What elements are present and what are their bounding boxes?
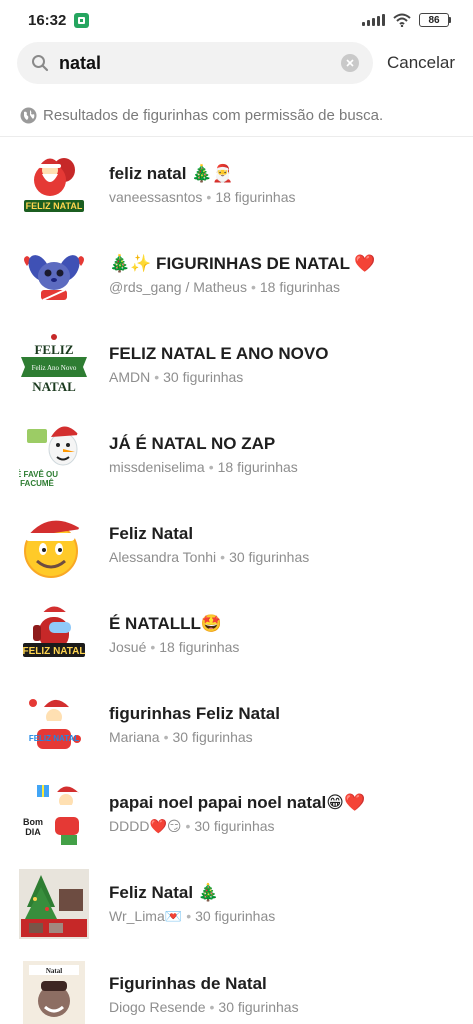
pack-title: 🎄✨ FIGURINHAS DE NATAL ❤️ bbox=[109, 253, 376, 273]
pack-meta: Diogo Resende • 30 figurinhas bbox=[109, 998, 299, 1015]
svg-text:FELIZ NATAL: FELIZ NATAL bbox=[26, 201, 83, 211]
status-bar: 16:32 86 bbox=[0, 0, 473, 40]
svg-text:É FAVÊ OU: É FAVÊ OU bbox=[19, 470, 58, 479]
globe-icon bbox=[20, 107, 37, 123]
pack-count: 18 figurinhas bbox=[259, 278, 341, 295]
pack-meta: missdeniselima • 18 figurinhas bbox=[109, 458, 298, 475]
search-bar: Cancelar bbox=[0, 41, 473, 85]
pack-count: 30 figurinhas bbox=[218, 998, 299, 1015]
pack-author: DDDD❤️😏 bbox=[109, 818, 182, 834]
sticker-pack-item[interactable]: FELIZ NATAL É NATALLL🤩 Josué • 18 figurinh… bbox=[0, 589, 473, 679]
pack-title: Feliz Natal 🎄 bbox=[109, 883, 219, 902]
pack-author: Mariana bbox=[109, 728, 160, 745]
pack-title: Figurinhas de Natal bbox=[109, 973, 267, 993]
pack-title: É NATALLL🤩 bbox=[109, 613, 223, 633]
svg-text:FELIZ: FELIZ bbox=[34, 342, 73, 357]
svg-text:Bom: Bom bbox=[23, 817, 43, 827]
sticker-pack-item[interactable]: 🎄✨ FIGURINHAS DE NATAL ❤️ @rds_gang / Ma… bbox=[0, 229, 473, 319]
pack-title: Feliz Natal bbox=[109, 523, 194, 543]
pack-count: 18 figurinhas bbox=[159, 638, 240, 655]
pack-count: 30 figurinhas bbox=[172, 728, 253, 745]
pack-title: papai noel papai noel natal😁❤️ bbox=[109, 793, 366, 812]
pack-author: vaneessasntos bbox=[109, 188, 203, 205]
pack-count: 30 figurinhas bbox=[195, 908, 276, 924]
divider bbox=[0, 136, 473, 137]
feliz-natal-banner-thumbnail: FELIZ Feliz Ano Novo NATAL bbox=[18, 328, 90, 400]
pack-title: figurinhas Feliz Natal bbox=[109, 703, 280, 723]
santa-bom-dia-thumbnail: Bom DIA bbox=[18, 778, 90, 850]
clear-search-button[interactable] bbox=[341, 54, 359, 72]
pack-count: 30 figurinhas bbox=[163, 368, 244, 385]
pack-author: Alessandra Tonhi bbox=[109, 548, 217, 565]
santa-feliz-natal-thumbnail: FELIZ NATAL bbox=[18, 148, 90, 220]
wifi-icon bbox=[393, 13, 411, 27]
pack-meta: Alessandra Tonhi • 30 figurinhas bbox=[109, 548, 310, 565]
sticker-pack-item[interactable]: FELIZ Feliz Ano Novo NATAL FELIZ NATAL E… bbox=[0, 319, 473, 409]
among-us-santa-thumbnail: FELIZ NATAL bbox=[18, 598, 90, 670]
svg-text:FACUMÊ: FACUMÊ bbox=[20, 479, 54, 488]
pack-count: 18 figurinhas bbox=[215, 188, 296, 205]
pack-author: Wr_Lima💌 bbox=[109, 908, 183, 924]
pack-author: AMDN bbox=[109, 368, 151, 385]
sticker-pack-item[interactable]: Natal Figurinhas de Natal Diogo Resende •… bbox=[0, 949, 473, 1024]
close-icon bbox=[346, 59, 354, 67]
svg-text:DIA: DIA bbox=[25, 827, 41, 837]
pack-meta: DDDD❤️😏 • 30 figurinhas bbox=[109, 818, 275, 834]
christmas-photo-thumbnail bbox=[18, 868, 90, 940]
pack-author: missdeniselima bbox=[109, 458, 205, 475]
search-icon bbox=[32, 55, 49, 72]
battery-icon: 86 bbox=[419, 13, 451, 27]
pack-title: JÁ É NATAL NO ZAP bbox=[109, 433, 276, 453]
pack-meta: Mariana • 30 figurinhas bbox=[109, 728, 253, 745]
notification-app-icon bbox=[74, 12, 90, 28]
pack-meta: AMDN • 30 figurinhas bbox=[109, 368, 244, 385]
pack-meta: Josué • 18 figurinhas bbox=[109, 638, 240, 655]
sticker-pack-item[interactable]: Feliz Natal Alessandra Tonhi • 30 figurinh… bbox=[0, 499, 473, 589]
sticker-pack-item[interactable]: É FAVÊ OU FACUMÊ JÁ É NATAL NO ZAP missd… bbox=[0, 409, 473, 499]
search-input[interactable] bbox=[59, 52, 331, 74]
svg-text:Feliz Ano Novo: Feliz Ano Novo bbox=[32, 364, 77, 372]
notice-text: Resultados de figurinhas com permissão d… bbox=[43, 106, 384, 124]
pack-meta: @rds_gang / Matheus • 18 figurinhas bbox=[109, 278, 341, 295]
pack-count: 30 figurinhas bbox=[229, 548, 310, 565]
search-field[interactable] bbox=[17, 42, 373, 84]
signal-icon bbox=[362, 14, 385, 26]
sticker-pack-item[interactable]: FELIZ NATAL feliz natal 🎄🎅 vaneessasntos… bbox=[0, 139, 473, 229]
cancel-button[interactable]: Cancelar bbox=[387, 53, 455, 73]
pack-title: feliz natal 🎄🎅 bbox=[109, 163, 234, 183]
man-christmas-photo-thumbnail: Natal bbox=[18, 958, 90, 1024]
svg-text:FELIZ NATAL: FELIZ NATAL bbox=[23, 646, 86, 657]
clock: 16:32 bbox=[28, 11, 67, 29]
sticker-pack-list: FELIZ NATAL feliz natal 🎄🎅 vaneessasntos… bbox=[0, 139, 473, 1024]
pack-meta: vaneessasntos • 18 figurinhas bbox=[109, 188, 296, 205]
sticker-pack-item[interactable]: FELIZ NATAL figurinhas Feliz Natal Maria… bbox=[0, 679, 473, 769]
pack-meta: Wr_Lima💌 • 30 figurinhas bbox=[109, 908, 276, 924]
pack-title: FELIZ NATAL E ANO NOVO bbox=[109, 343, 329, 363]
sticker-pack-item[interactable]: Feliz Natal 🎄 Wr_Lima💌 • 30 figurinhas bbox=[0, 859, 473, 949]
smiley-santa-hat-thumbnail bbox=[18, 508, 90, 580]
svg-text:NATAL: NATAL bbox=[32, 379, 76, 394]
santa-claus-thumbnail: FELIZ NATAL bbox=[18, 688, 90, 760]
search-permission-notice: Resultados de figurinhas com permissão d… bbox=[0, 104, 473, 126]
olaf-christmas-thumbnail: É FAVÊ OU FACUMÊ bbox=[18, 418, 90, 490]
pack-author: Diogo Resende bbox=[109, 998, 206, 1015]
svg-text:Natal: Natal bbox=[46, 967, 62, 975]
pack-author: Josué bbox=[109, 638, 147, 655]
stitch-christmas-thumbnail bbox=[18, 238, 90, 310]
pack-count: 30 figurinhas bbox=[194, 818, 275, 834]
pack-count: 18 figurinhas bbox=[217, 458, 298, 475]
sticker-pack-item[interactable]: Bom DIA papai noel papai noel natal😁❤️ D… bbox=[0, 769, 473, 859]
pack-author: @rds_gang / Matheus bbox=[109, 278, 247, 295]
svg-text:FELIZ NATAL: FELIZ NATAL bbox=[29, 734, 79, 743]
